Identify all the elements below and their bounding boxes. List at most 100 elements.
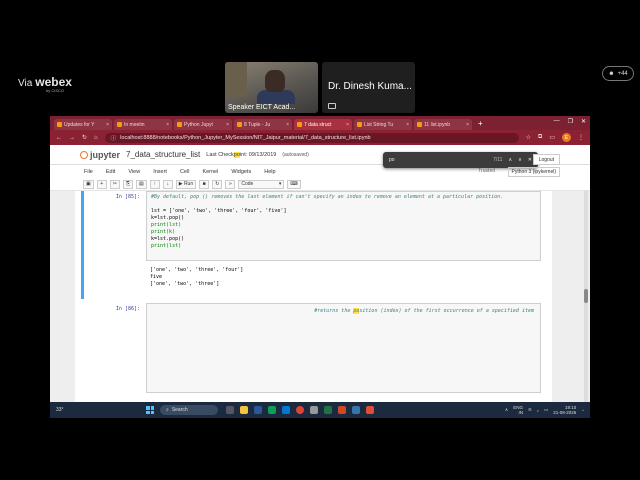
- menu-insert[interactable]: Insert: [153, 169, 167, 175]
- excel-icon[interactable]: [268, 406, 276, 414]
- volume-icon[interactable]: ♪: [537, 408, 539, 413]
- run-button[interactable]: ▶ Run: [175, 179, 197, 189]
- restart-run-all-button[interactable]: »: [225, 179, 236, 189]
- page-scrollbar[interactable]: [584, 191, 588, 406]
- maximize-icon[interactable]: ❐: [568, 118, 573, 125]
- new-tab-button[interactable]: +: [474, 119, 487, 130]
- powerpoint-icon[interactable]: [338, 406, 346, 414]
- find-input[interactable]: po: [389, 157, 487, 163]
- insert-cell-button[interactable]: +: [96, 179, 107, 189]
- save-button[interactable]: ▣: [83, 179, 94, 189]
- code-cell-selected[interactable]: In [85]: #By default, pop () removes the…: [81, 191, 545, 299]
- menu-edit[interactable]: Edit: [106, 169, 115, 175]
- output-line: ['one', 'two', 'three']: [150, 281, 220, 287]
- forward-icon[interactable]: →: [69, 135, 75, 141]
- menu-cell[interactable]: Cell: [180, 169, 189, 175]
- browser-window: Updates for Y × In meetin × Python Jupyt × …: [50, 116, 590, 418]
- menu-file[interactable]: File: [84, 169, 93, 175]
- app-icon[interactable]: [366, 406, 374, 414]
- browser-tab[interactable]: In meetin ×: [114, 119, 172, 130]
- participants-button[interactable]: ☻ +44: [602, 66, 634, 81]
- sidebar-icon[interactable]: ▭: [549, 134, 555, 141]
- speaker-video-tile[interactable]: Speaker EICT Acad...: [225, 62, 318, 113]
- code-editor[interactable]: #By default, pop () removes the last ele…: [146, 191, 541, 261]
- browser-tab[interactable]: 8 Tuple - Ju ×: [234, 119, 292, 130]
- url-input[interactable]: ⓘ localhost:8888/notebooks/Python_Jupyte…: [104, 132, 519, 143]
- battery-icon[interactable]: ▭: [544, 407, 548, 413]
- app-icon[interactable]: [310, 406, 318, 414]
- run-label: Run: [183, 181, 194, 187]
- weather-widget[interactable]: 33°: [56, 407, 106, 413]
- code-cell[interactable]: In [86]: #returns the position (index) o…: [81, 303, 545, 403]
- code-editor[interactable]: #returns the position (index) of the fir…: [146, 303, 541, 393]
- find-close-icon[interactable]: ✕: [528, 157, 532, 163]
- app-icon[interactable]: [324, 406, 332, 414]
- jupyter-logo[interactable]: jupyter: [80, 150, 120, 160]
- star-icon[interactable]: ☆: [526, 134, 531, 141]
- cell-type-select[interactable]: Code ▾: [238, 179, 285, 189]
- edge-icon[interactable]: [282, 406, 290, 414]
- chrome-icon[interactable]: [296, 406, 304, 414]
- language-indicator[interactable]: ENG IN: [513, 405, 523, 415]
- close-icon[interactable]: ×: [166, 122, 169, 128]
- close-icon[interactable]: ×: [226, 122, 229, 128]
- close-icon[interactable]: ×: [346, 122, 349, 128]
- kernel-indicator[interactable]: Python 3 (ipykernel): [507, 167, 560, 177]
- file-explorer-icon[interactable]: [240, 406, 248, 414]
- close-icon[interactable]: ×: [406, 122, 409, 128]
- notebook-title[interactable]: 7_data_structure_list: [126, 150, 200, 159]
- extensions-icon[interactable]: ⧉: [538, 134, 542, 141]
- menu-icon[interactable]: ⋮: [578, 134, 584, 141]
- profile-avatar[interactable]: E: [562, 133, 571, 142]
- task-view-icon[interactable]: [226, 406, 234, 414]
- code-comment: #returns the position (index) of the fir…: [314, 308, 534, 315]
- wifi-icon[interactable]: ≋: [528, 407, 532, 413]
- chevron-up-icon[interactable]: ∧: [505, 407, 508, 413]
- find-next-icon[interactable]: ∨: [518, 157, 522, 163]
- close-icon[interactable]: ×: [106, 122, 109, 128]
- windows-start-icon[interactable]: [146, 406, 154, 414]
- menu-widgets[interactable]: Widgets: [231, 169, 251, 175]
- autosave-status: (autosaved): [282, 151, 309, 158]
- browser-tab[interactable]: List String Tu ×: [354, 119, 412, 130]
- notification-icon[interactable]: ◔: [581, 408, 584, 413]
- trusted-badge[interactable]: Trusted: [478, 168, 495, 174]
- find-prev-icon[interactable]: ∧: [508, 157, 512, 163]
- clock[interactable]: 19:10 21-08-2026: [553, 405, 576, 415]
- tab-label: 8 Tuple - Ju: [244, 121, 271, 128]
- copy-button[interactable]: ⎘: [122, 179, 133, 189]
- browser-tab[interactable]: Python Jupyt ×: [174, 119, 232, 130]
- reload-icon[interactable]: ↻: [82, 134, 87, 141]
- menu-help[interactable]: Help: [264, 169, 275, 175]
- menu-view[interactable]: View: [128, 169, 140, 175]
- taskbar-apps: [226, 406, 374, 414]
- find-count: 7/11: [493, 157, 503, 163]
- minimize-icon[interactable]: —: [554, 118, 560, 125]
- tab-favicon-icon: [117, 122, 122, 127]
- browser-tab-active[interactable]: 7 data struct ×: [294, 119, 352, 130]
- paste-button[interactable]: ▤: [135, 179, 147, 189]
- close-window-icon[interactable]: ✕: [581, 118, 586, 125]
- home-icon[interactable]: ⌂: [94, 135, 98, 141]
- move-down-button[interactable]: ↓: [162, 179, 173, 189]
- tab-label: List String Tu: [364, 121, 394, 128]
- site-info-icon[interactable]: ⓘ: [111, 134, 117, 142]
- back-icon[interactable]: ←: [56, 135, 62, 141]
- host-name-tile[interactable]: Dr. Dinesh Kuma...: [322, 62, 415, 113]
- close-icon[interactable]: ×: [466, 122, 469, 128]
- restart-button[interactable]: ↻: [212, 179, 223, 189]
- python-icon[interactable]: [352, 406, 360, 414]
- close-icon[interactable]: ×: [286, 122, 289, 128]
- browser-tab[interactable]: Updates for Y ×: [54, 119, 112, 130]
- menu-kernel[interactable]: Kernel: [202, 169, 218, 175]
- logout-button[interactable]: Logout: [532, 154, 560, 165]
- word-icon[interactable]: [254, 406, 262, 414]
- command-palette-button[interactable]: ⌨: [287, 179, 301, 189]
- scrollbar-thumb[interactable]: [584, 289, 588, 303]
- cell-prompt: In [85]:: [115, 194, 140, 200]
- interrupt-button[interactable]: ■: [199, 179, 210, 189]
- browser-tab[interactable]: 11 list.ipynb ×: [414, 119, 472, 130]
- move-up-button[interactable]: ↑: [149, 179, 160, 189]
- cut-button[interactable]: ✂: [109, 179, 120, 189]
- taskbar-search[interactable]: ⌕ Search: [160, 405, 218, 415]
